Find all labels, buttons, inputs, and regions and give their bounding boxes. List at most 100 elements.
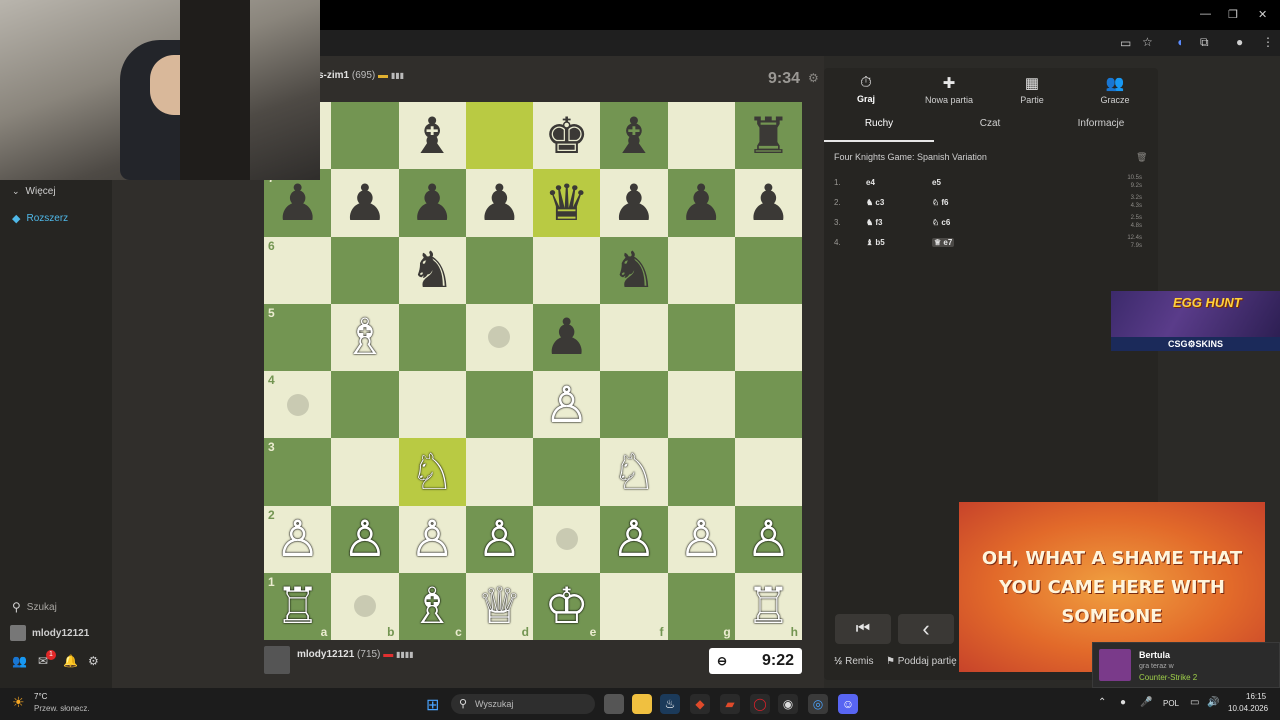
square-h8[interactable]: ♜ bbox=[734, 102, 802, 170]
cast-icon[interactable]: ▭ bbox=[1120, 36, 1131, 50]
square-b7[interactable]: ♟ bbox=[331, 169, 399, 237]
black-move[interactable]: ♘ c6 bbox=[932, 218, 950, 227]
tab-play[interactable]: ⏱ Graj bbox=[826, 74, 906, 104]
file-explorer-icon[interactable] bbox=[632, 694, 652, 714]
square-h1[interactable]: ♖ h bbox=[734, 572, 802, 640]
tab-players[interactable]: 👥 Gracze bbox=[1075, 74, 1155, 105]
black-rook-piece[interactable]: ♜ bbox=[746, 111, 791, 161]
black-knight-piece[interactable]: ♞ bbox=[611, 245, 656, 295]
white-bishop-piece[interactable]: ♗ bbox=[410, 581, 455, 631]
bottom-player[interactable]: mlody12121 (715) ▬ ▮▮▮▮ bbox=[297, 649, 414, 660]
square-e3[interactable] bbox=[533, 438, 601, 506]
maximize-button[interactable]: ❐ bbox=[1228, 8, 1238, 21]
black-move[interactable]: e5 bbox=[932, 178, 941, 187]
white-move[interactable]: ♞ f3 bbox=[866, 218, 883, 227]
sidebar-item-more[interactable]: ⌄ Więcej bbox=[12, 186, 56, 197]
black-move[interactable]: ♘ f6 bbox=[932, 198, 949, 207]
steam-icon[interactable]: ♨ bbox=[660, 694, 680, 714]
white-pawn-piece[interactable]: ♙ bbox=[679, 514, 724, 564]
square-f7[interactable]: ♟ bbox=[600, 169, 668, 237]
square-c5[interactable] bbox=[398, 303, 466, 371]
white-pawn-piece[interactable]: ♙ bbox=[746, 514, 791, 564]
extensions-puzzle-icon[interactable]: ⧉ bbox=[1200, 35, 1209, 49]
minimize-button[interactable]: — bbox=[1200, 8, 1211, 20]
square-d7[interactable]: ♟ bbox=[465, 169, 533, 237]
move-hint-dot[interactable] bbox=[286, 393, 309, 416]
square-b8[interactable] bbox=[331, 102, 399, 170]
square-d5[interactable] bbox=[465, 303, 533, 371]
tray-chevron-icon[interactable]: ⌃ bbox=[1098, 697, 1106, 708]
black-queen-piece[interactable]: ♛ bbox=[544, 178, 589, 228]
brave-icon[interactable]: ◆ bbox=[690, 694, 710, 714]
white-move[interactable]: e4 bbox=[866, 178, 875, 187]
square-f4[interactable] bbox=[600, 371, 668, 439]
taskbar-date[interactable]: 10.04.2026 bbox=[1228, 704, 1268, 713]
black-pawn-piece[interactable]: ♟ bbox=[275, 178, 320, 228]
black-pawn-piece[interactable]: ♟ bbox=[410, 178, 455, 228]
square-e6[interactable] bbox=[533, 236, 601, 304]
square-f6[interactable]: ♞ bbox=[600, 236, 668, 304]
monitor-icon[interactable]: ▭ bbox=[1190, 697, 1199, 708]
square-c4[interactable] bbox=[398, 371, 466, 439]
square-f1[interactable]: f bbox=[600, 572, 668, 640]
prev-move-button[interactable]: ‹ bbox=[898, 614, 954, 644]
white-pawn-piece[interactable]: ♙ bbox=[477, 514, 522, 564]
square-g5[interactable] bbox=[667, 303, 735, 371]
square-g3[interactable] bbox=[667, 438, 735, 506]
tab-games[interactable]: ▦ Partie bbox=[992, 74, 1072, 105]
task-view-icon[interactable] bbox=[604, 694, 624, 714]
sidebar-item-extend[interactable]: ◆ Rozszerz bbox=[12, 212, 68, 225]
sidebar-search[interactable]: ⚲ Szukaj bbox=[12, 600, 57, 614]
white-pawn-piece[interactable]: ♙ bbox=[275, 514, 320, 564]
white-pawn-piece[interactable]: ♙ bbox=[342, 514, 387, 564]
square-d4[interactable] bbox=[465, 371, 533, 439]
square-b3[interactable] bbox=[331, 438, 399, 506]
square-g6[interactable] bbox=[667, 236, 735, 304]
weather-temp[interactable]: 7°C bbox=[34, 692, 47, 701]
white-bishop-piece[interactable]: ♗ bbox=[342, 312, 387, 362]
weather-icon[interactable]: ☀ bbox=[12, 694, 25, 711]
white-rook-piece[interactable]: ♖ bbox=[746, 581, 791, 631]
discord-icon[interactable]: ☺ bbox=[838, 694, 858, 714]
opera-icon[interactable]: ◯ bbox=[750, 694, 770, 714]
square-f2[interactable]: ♙ bbox=[600, 505, 668, 573]
friends-icon[interactable]: 👥 bbox=[12, 654, 27, 668]
square-e2[interactable] bbox=[533, 505, 601, 573]
black-pawn-piece[interactable]: ♟ bbox=[544, 312, 589, 362]
white-pawn-piece[interactable]: ♙ bbox=[544, 380, 589, 430]
tray-app-icon[interactable]: ● bbox=[1120, 697, 1126, 708]
subtab-chat[interactable]: Czat bbox=[935, 118, 1045, 129]
black-pawn-piece[interactable]: ♟ bbox=[477, 178, 522, 228]
black-king-piece[interactable]: ♚ bbox=[544, 111, 589, 161]
bell-icon[interactable]: 🔔 bbox=[63, 654, 78, 668]
square-b6[interactable] bbox=[331, 236, 399, 304]
black-pawn-piece[interactable]: ♟ bbox=[342, 178, 387, 228]
microphone-icon[interactable]: 🎤 bbox=[1140, 697, 1152, 708]
white-king-piece[interactable]: ♔ bbox=[544, 581, 589, 631]
close-button[interactable]: ✕ bbox=[1258, 8, 1267, 21]
square-h5[interactable] bbox=[734, 303, 802, 371]
black-bishop-piece[interactable]: ♝ bbox=[611, 111, 656, 161]
square-a6[interactable]: 6 bbox=[264, 236, 332, 304]
square-e1[interactable]: ♔ e bbox=[533, 572, 601, 640]
taskbar-search[interactable]: ⚲ Wyszukaj bbox=[451, 694, 595, 714]
square-g8[interactable] bbox=[667, 102, 735, 170]
square-e5[interactable]: ♟ bbox=[533, 303, 601, 371]
square-b4[interactable] bbox=[331, 371, 399, 439]
square-e7[interactable]: ♛ bbox=[533, 169, 601, 237]
steam-notification[interactable]: Bertula gra teraz w Counter-Strike 2 bbox=[1092, 642, 1280, 688]
square-h4[interactable] bbox=[734, 371, 802, 439]
gear-icon[interactable]: ⚙ bbox=[88, 654, 99, 668]
windows-start-icon[interactable]: ⊞ bbox=[426, 695, 439, 715]
square-g4[interactable] bbox=[667, 371, 735, 439]
square-b5[interactable]: ♗ bbox=[331, 303, 399, 371]
subtab-moves[interactable]: Ruchy bbox=[824, 118, 934, 129]
white-knight-piece[interactable]: ♘ bbox=[611, 447, 656, 497]
chess-board[interactable]: ♜8♝♚♝♜♟7♟♟♟♛♟♟♟6♞♞5♗♟4♙3♘♘♙2♙♙♙♙♙♙♖1ab♗c… bbox=[264, 102, 802, 640]
square-a3[interactable]: 3 bbox=[264, 438, 332, 506]
square-g1[interactable]: g bbox=[667, 572, 735, 640]
bookmark-star-icon[interactable]: ☆ bbox=[1142, 35, 1153, 49]
black-move[interactable]: ♕ e7 bbox=[932, 238, 955, 247]
white-pawn-piece[interactable]: ♙ bbox=[410, 514, 455, 564]
square-b1[interactable]: b bbox=[331, 572, 399, 640]
